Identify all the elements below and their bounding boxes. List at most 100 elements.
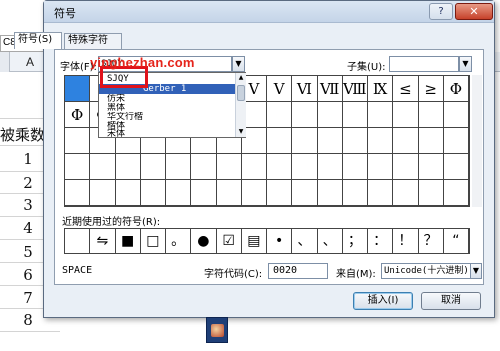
symbol-cell[interactable] xyxy=(267,180,293,206)
font-option[interactable]: 宋体 xyxy=(99,129,242,139)
symbol-cell[interactable] xyxy=(140,180,166,206)
symbol-cell[interactable] xyxy=(292,180,318,206)
symbol-cell[interactable] xyxy=(443,102,469,128)
recent-symbol-cell[interactable]: □ xyxy=(141,229,166,253)
subset-dropdown-icon[interactable]: ▼ xyxy=(459,56,472,72)
symbol-cell[interactable]: Ⅷ xyxy=(342,76,368,102)
symbol-cell[interactable] xyxy=(191,180,217,206)
symbol-cell[interactable] xyxy=(216,180,242,206)
symbol-cell[interactable] xyxy=(292,102,318,128)
tab-special-characters[interactable]: 特殊字符(P) xyxy=(64,33,122,60)
symbol-cell[interactable] xyxy=(191,154,217,180)
recent-symbol-cell[interactable]: ？ xyxy=(419,229,444,253)
symbol-cell[interactable] xyxy=(368,102,394,128)
from-select[interactable]: Unicode(十六进制) xyxy=(381,263,471,279)
symbol-cell[interactable] xyxy=(115,180,141,206)
recent-symbol-cell[interactable] xyxy=(65,229,91,253)
insert-button[interactable]: 插入(I) xyxy=(353,292,413,310)
symbol-cell[interactable] xyxy=(90,180,116,206)
recent-symbol-cell[interactable]: ☑ xyxy=(217,229,242,253)
character-code-input[interactable]: 0020 xyxy=(268,263,328,279)
symbol-cell[interactable] xyxy=(166,180,192,206)
symbol-cell[interactable] xyxy=(393,128,419,154)
symbol-cell[interactable] xyxy=(292,154,318,180)
symbol-cell[interactable] xyxy=(317,180,343,206)
symbol-cell[interactable] xyxy=(90,154,116,180)
symbol-cell[interactable] xyxy=(342,154,368,180)
symbol-cell[interactable]: Φ xyxy=(65,102,91,128)
symbol-cell[interactable] xyxy=(368,154,394,180)
symbol-cell[interactable] xyxy=(418,180,444,206)
recent-symbol-cell[interactable]: ● xyxy=(191,229,217,253)
symbol-cell[interactable]: ≥ xyxy=(418,76,444,102)
recent-symbol-cell[interactable]: 。 xyxy=(166,229,192,253)
taskbar-app-icon[interactable] xyxy=(206,317,228,343)
symbol-cell[interactable] xyxy=(342,180,368,206)
symbol-cell[interactable] xyxy=(317,154,343,180)
symbol-cell[interactable] xyxy=(65,76,91,102)
from-dropdown-icon[interactable]: ▼ xyxy=(470,263,482,279)
dialog-titlebar[interactable]: 符号 ? ✕ xyxy=(44,1,494,23)
symbol-cell[interactable]: Ⅴ xyxy=(267,76,293,102)
recent-symbol-cell[interactable]: ！ xyxy=(393,229,419,253)
symbol-cell[interactable] xyxy=(368,128,394,154)
symbol-cell[interactable] xyxy=(267,154,293,180)
symbol-cell[interactable] xyxy=(368,180,394,206)
symbol-cell[interactable] xyxy=(443,180,469,206)
symbol-cell[interactable] xyxy=(393,180,419,206)
tab-symbols[interactable]: 符号(S) xyxy=(14,32,62,49)
symbol-cell[interactable] xyxy=(140,154,166,180)
recent-symbol-cell[interactable]: “ xyxy=(444,229,469,253)
symbol-cell[interactable] xyxy=(267,102,293,128)
symbol-cell[interactable] xyxy=(267,128,293,154)
symbol-cell[interactable] xyxy=(115,154,141,180)
scroll-down-icon[interactable]: ▼ xyxy=(236,127,246,137)
symbol-cell[interactable] xyxy=(393,154,419,180)
symbol-cell[interactable] xyxy=(292,128,318,154)
recent-symbol-cell[interactable]: ⇋ xyxy=(90,229,116,253)
symbol-cell[interactable] xyxy=(65,128,91,154)
subset-select[interactable] xyxy=(389,56,459,72)
symbol-cell[interactable] xyxy=(443,128,469,154)
help-button[interactable]: ? xyxy=(429,3,453,20)
recent-symbol-cell[interactable]: ： xyxy=(368,229,394,253)
scroll-up-icon[interactable]: ▲ xyxy=(236,73,246,83)
recent-symbol-cell[interactable]: 、 xyxy=(292,229,318,253)
select-all-corner[interactable] xyxy=(0,52,10,72)
symbol-cell[interactable] xyxy=(166,154,192,180)
recent-symbol-cell[interactable]: • xyxy=(267,229,293,253)
symbol-cell[interactable]: ≤ xyxy=(393,76,419,102)
recent-symbol-cell[interactable]: ； xyxy=(343,229,368,253)
font-dropdown-scrollbar[interactable]: ▲ ▼ xyxy=(235,73,246,137)
cancel-button[interactable]: 取消 xyxy=(421,292,481,310)
symbol-cell[interactable] xyxy=(216,154,242,180)
font-select-dropdown-icon[interactable]: ▼ xyxy=(232,56,245,72)
recent-symbol-cell[interactable]: 、 xyxy=(318,229,343,253)
symbol-cell[interactable]: Ⅸ xyxy=(368,76,394,102)
symbol-cell[interactable]: Ⅶ xyxy=(317,76,343,102)
symbol-cell[interactable] xyxy=(317,102,343,128)
symbol-cell[interactable] xyxy=(65,154,91,180)
recent-symbol-cell[interactable]: ▤ xyxy=(242,229,267,253)
scroll-thumb[interactable] xyxy=(237,85,245,101)
symbol-cell[interactable]: Φ xyxy=(443,76,469,102)
symbol-cell[interactable] xyxy=(418,128,444,154)
close-button[interactable]: ✕ xyxy=(455,3,493,20)
recent-symbol-cell[interactable]: ■ xyxy=(116,229,141,253)
symbol-cell[interactable] xyxy=(241,180,267,206)
character-name: SPACE xyxy=(62,265,93,276)
recent-symbols-grid: ⇋ ■ □。 ● ☑ ▤ •、、；：！？ “ xyxy=(64,228,470,254)
symbol-cell[interactable] xyxy=(342,128,368,154)
symbol-cell[interactable] xyxy=(65,180,91,206)
symbol-cell[interactable] xyxy=(418,102,444,128)
symbol-cell[interactable] xyxy=(443,154,469,180)
symbol-grid-scrollbar[interactable] xyxy=(472,75,482,207)
symbol-cell[interactable] xyxy=(393,102,419,128)
symbol-cell[interactable] xyxy=(418,154,444,180)
symbol-cell[interactable]: Ⅵ xyxy=(292,76,318,102)
symbol-cell[interactable] xyxy=(317,128,343,154)
row-divider xyxy=(0,331,60,332)
symbol-cell[interactable] xyxy=(241,154,267,180)
from-label: 来自(M): xyxy=(336,269,376,280)
symbol-cell[interactable] xyxy=(342,102,368,128)
